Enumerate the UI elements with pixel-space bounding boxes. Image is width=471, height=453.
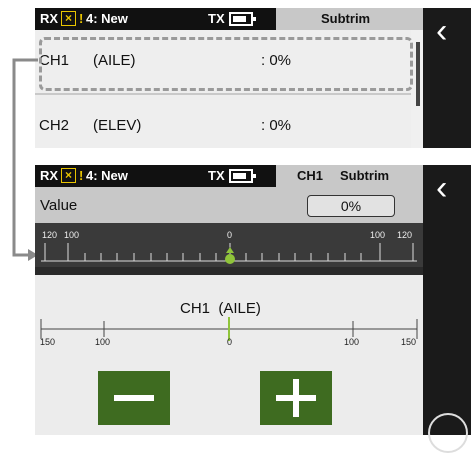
status-bar: RX × ! 4: New TX: [35, 165, 276, 187]
gauge-marker: [225, 247, 235, 264]
scale-label-100-left: 100: [95, 337, 111, 347]
minus-label: [98, 371, 170, 425]
rx-label: RX: [40, 168, 59, 183]
bottom-screen: RX × ! 4: New TX CH1 Subtrim Value 0% 12…: [35, 165, 423, 435]
channel-title: CH1: [297, 168, 324, 183]
scale-label-100-right: 100: [344, 337, 360, 347]
screen-title: Subtrim: [340, 168, 390, 183]
scale-label-center: 0: [227, 337, 233, 347]
value-label: Value: [40, 197, 78, 214]
trim-gauge: 120 100 0 100 120: [35, 223, 423, 275]
battery-icon: [229, 169, 256, 183]
value-row: Value 0%: [35, 187, 423, 223]
back-chevron-icon[interactable]: ‹: [436, 171, 447, 205]
screen-title-bar: CH1 Subtrim: [276, 165, 423, 187]
alert-icon: !: [79, 168, 84, 183]
tx-label: TX: [208, 168, 225, 183]
value-field[interactable]: 0%: [307, 195, 395, 217]
model-name: 4: New: [86, 168, 128, 183]
bottom-side-panel: ‹: [423, 165, 471, 453]
increase-button[interactable]: [260, 371, 332, 425]
scale-label-150-left: 150: [40, 337, 56, 347]
scale-label-150-right: 150: [401, 337, 417, 347]
warning-box-icon: ×: [61, 168, 76, 183]
gauge-ticks: [35, 243, 423, 275]
home-circle-icon[interactable]: [428, 413, 468, 453]
plus-label: [260, 371, 332, 425]
decrease-button[interactable]: [98, 371, 170, 425]
